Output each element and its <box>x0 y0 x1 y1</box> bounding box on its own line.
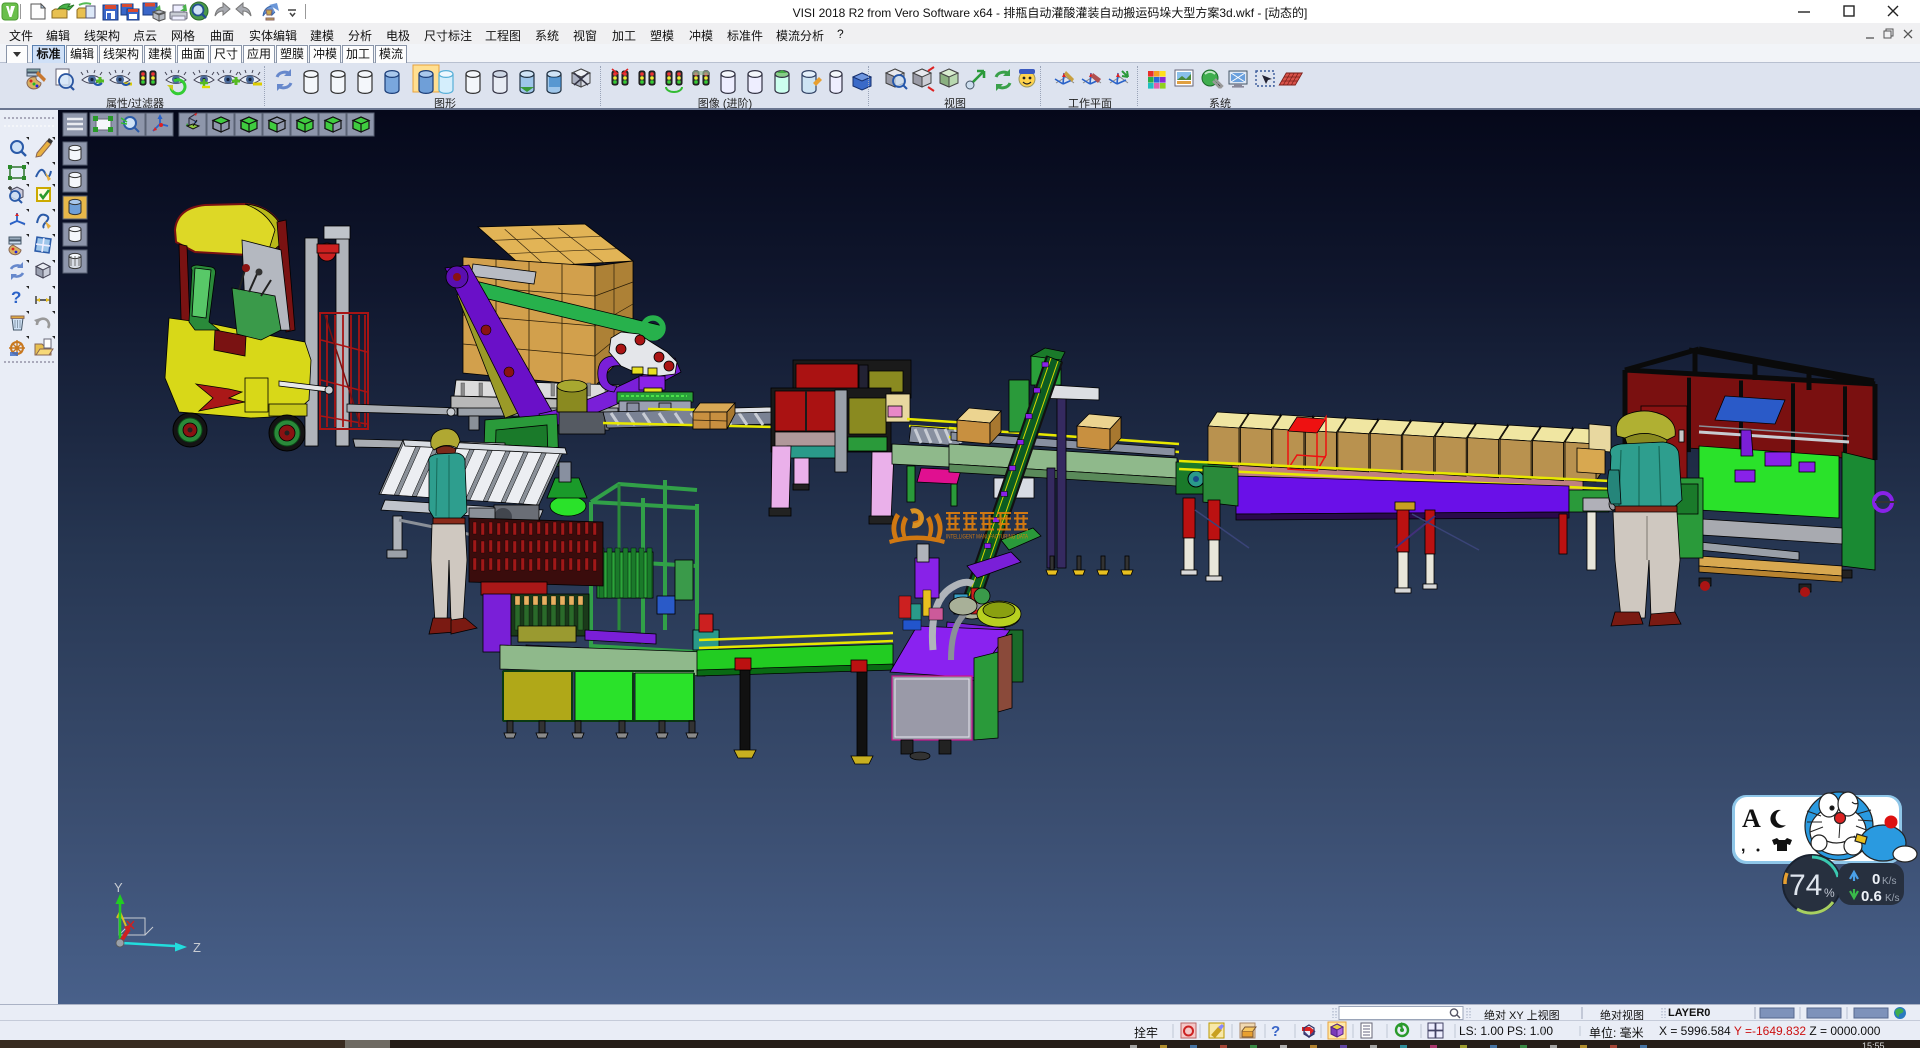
svg-text:%: % <box>1824 886 1835 900</box>
svg-text:K/s: K/s <box>1885 893 1899 904</box>
svg-text:0: 0 <box>1872 871 1880 888</box>
svg-text:,: , <box>1741 838 1745 855</box>
svg-text:Y: Y <box>114 880 123 895</box>
svg-text:?: ? <box>1271 1023 1280 1040</box>
svg-text:15:55: 15:55 <box>1862 1041 1885 1048</box>
svg-text:74: 74 <box>1789 869 1822 902</box>
svg-text:0.6: 0.6 <box>1861 888 1882 905</box>
svg-text:A: A <box>1742 804 1761 833</box>
svg-text:K/s: K/s <box>1882 876 1896 887</box>
svg-text:Z: Z <box>193 940 201 955</box>
svg-text:?: ? <box>11 288 21 307</box>
svg-text:INTELLIGENT MANUFACTURING DATA: INTELLIGENT MANUFACTURING DATA <box>946 535 1028 541</box>
